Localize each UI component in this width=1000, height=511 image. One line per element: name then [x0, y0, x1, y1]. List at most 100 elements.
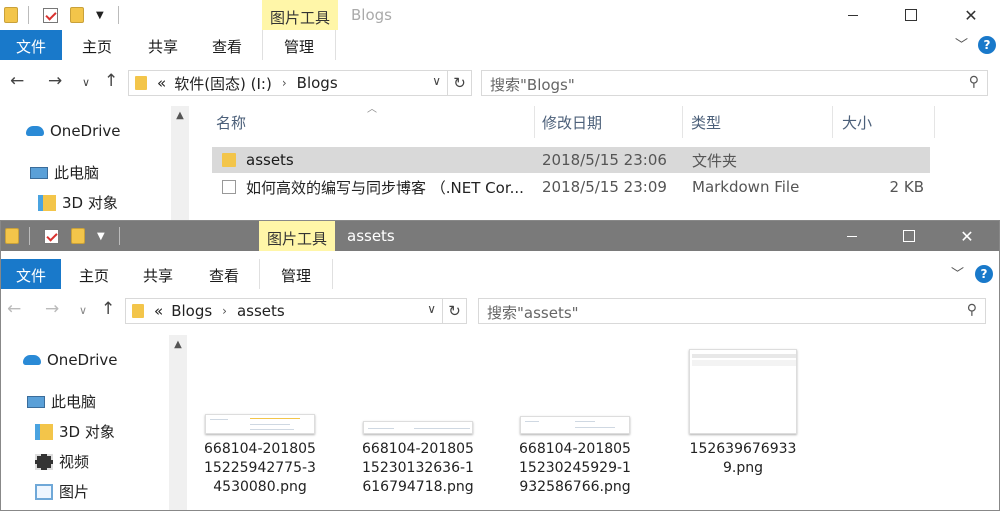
breadcrumb-separator-icon[interactable]: ›	[222, 304, 227, 318]
tab-home[interactable]: 主页	[67, 259, 121, 289]
tab-manage[interactable]: 管理	[259, 259, 333, 289]
expand-ribbon-icon[interactable]: ﹀	[955, 34, 968, 53]
customize-quick-access-icon[interactable]: ▼	[96, 10, 104, 21]
close-button[interactable]: ✕	[944, 221, 990, 251]
quick-access-toolbar: ▼	[5, 227, 120, 245]
tab-file[interactable]: 文件	[0, 30, 62, 60]
column-type[interactable]: 类型	[691, 112, 721, 133]
search-input[interactable]: 搜索"assets" ⚲	[478, 298, 986, 324]
scroll-up-icon[interactable]: ▲	[171, 110, 189, 121]
file-type: Markdown File	[692, 178, 800, 196]
help-icon[interactable]: ?	[978, 36, 996, 54]
folder-icon	[222, 153, 236, 167]
sidebar-item-onedrive[interactable]: OneDrive	[26, 122, 121, 140]
thumbnail-item[interactable]: 1526396769339.png	[687, 349, 799, 478]
column-divider[interactable]	[832, 106, 833, 138]
search-input[interactable]: 搜索"Blogs" ⚲	[481, 70, 988, 96]
column-divider[interactable]	[934, 106, 935, 138]
breadcrumb-overflow[interactable]: «	[154, 302, 163, 320]
new-folder-icon[interactable]	[70, 7, 84, 23]
navigation-bar: ← → ∨ ↑ « Blogs › assets ∨ ↻ 搜索"assets" …	[1, 295, 999, 327]
up-button[interactable]: ↑	[104, 71, 118, 91]
close-button[interactable]: ✕	[948, 0, 994, 30]
column-name[interactable]: 名称	[216, 112, 246, 133]
navigation-pane: OneDrive 此电脑 3D 对象 ▲	[0, 100, 190, 222]
thumbnail-item[interactable]: 668104-20180515230132636-1616794718.png	[362, 421, 474, 497]
onedrive-icon	[26, 126, 44, 136]
tab-home[interactable]: 主页	[70, 30, 124, 60]
sidebar-item-3d-objects[interactable]: 3D 对象	[38, 192, 118, 213]
scroll-up-icon[interactable]: ▲	[169, 339, 187, 350]
column-headers: ︿ 名称 修改日期 类型 大小	[212, 104, 936, 138]
column-date[interactable]: 修改日期	[542, 112, 602, 133]
minimize-button[interactable]	[830, 0, 876, 30]
sidebar-item-this-pc[interactable]: 此电脑	[30, 162, 99, 183]
ribbon-tabs: 文件 主页 共享 查看 管理 ﹀ ?	[0, 30, 1000, 60]
sidebar-scrollbar[interactable]: ▲	[169, 335, 187, 510]
thumbnail-item[interactable]: 668104-20180515225942775-34530080.png	[204, 414, 316, 497]
sidebar-item-pictures[interactable]: 图片	[35, 481, 89, 502]
onedrive-icon	[23, 355, 41, 365]
breadcrumb-overflow[interactable]: «	[157, 74, 166, 92]
folder-icon	[135, 76, 147, 90]
column-divider[interactable]	[534, 106, 535, 138]
forward-button[interactable]: →	[45, 299, 59, 319]
tab-share[interactable]: 共享	[131, 259, 185, 289]
sidebar-item-this-pc[interactable]: 此电脑	[27, 391, 96, 412]
minimize-button[interactable]	[829, 221, 875, 251]
chevron-down-icon[interactable]: ∨	[427, 302, 436, 316]
tab-view[interactable]: 查看	[197, 259, 251, 289]
sidebar-item-label: 图片	[59, 483, 90, 501]
forward-button[interactable]: →	[48, 71, 62, 91]
file-date: 2018/5/15 23:09	[542, 178, 667, 196]
refresh-button[interactable]: ↻	[448, 70, 472, 96]
refresh-button[interactable]: ↻	[443, 298, 467, 324]
breadcrumb-assets[interactable]: assets	[237, 302, 285, 320]
back-button[interactable]: ←	[10, 71, 24, 91]
recent-locations-icon[interactable]: ∨	[82, 76, 90, 89]
title-bar: ▼ 图片工具 assets ✕	[1, 221, 999, 251]
maximize-button[interactable]	[888, 0, 934, 30]
image-thumbnail	[520, 416, 630, 434]
breadcrumb-blogs[interactable]: Blogs	[297, 74, 338, 92]
image-thumbnail	[363, 421, 473, 434]
sidebar-scrollbar[interactable]: ▲	[171, 106, 189, 222]
back-button[interactable]: ←	[7, 299, 21, 319]
tab-manage[interactable]: 管理	[262, 30, 336, 60]
thumbnail-item[interactable]: 668104-20180515230245929-1932586766.png	[519, 416, 631, 497]
properties-icon[interactable]	[44, 228, 59, 244]
tab-view[interactable]: 查看	[200, 30, 254, 60]
sidebar-item-3d-objects[interactable]: 3D 对象	[35, 421, 115, 442]
breadcrumb-drive[interactable]: 软件(固态) (I:)	[174, 73, 272, 94]
address-bar[interactable]: « 软件(固态) (I:) › Blogs ∨	[128, 70, 448, 96]
file-name: assets	[246, 151, 294, 169]
tab-file[interactable]: 文件	[1, 259, 61, 289]
address-bar[interactable]: « Blogs › assets ∨	[125, 298, 443, 324]
column-size[interactable]: 大小	[842, 112, 872, 133]
divider	[117, 6, 119, 24]
new-folder-icon[interactable]	[71, 228, 85, 244]
breadcrumb-separator-icon[interactable]: ›	[282, 76, 287, 90]
file-row[interactable]: 如何高效的编写与同步博客 （.NET Cor... 2018/5/15 23:0…	[212, 174, 930, 200]
file-row[interactable]: assets 2018/5/15 23:06 文件夹	[212, 147, 930, 173]
customize-quick-access-icon[interactable]: ▼	[97, 231, 105, 242]
sidebar-item-onedrive[interactable]: OneDrive	[23, 351, 118, 369]
breadcrumb-blogs[interactable]: Blogs	[171, 302, 212, 320]
tab-share[interactable]: 共享	[136, 30, 190, 60]
properties-icon[interactable]	[43, 7, 58, 23]
sidebar-item-label: 视频	[59, 453, 90, 471]
picture-tools-tab[interactable]: 图片工具	[262, 0, 339, 30]
column-divider[interactable]	[682, 106, 683, 138]
chevron-down-icon[interactable]: ∨	[432, 74, 441, 88]
help-icon[interactable]: ?	[975, 265, 993, 283]
sidebar-item-videos[interactable]: 视频	[35, 451, 89, 472]
recent-locations-icon[interactable]: ∨	[79, 304, 87, 317]
sidebar-item-label: OneDrive	[47, 351, 118, 369]
expand-ribbon-icon[interactable]: ﹀	[951, 263, 964, 282]
maximize-button[interactable]	[886, 221, 932, 251]
title-bar: ▼ 图片工具 Blogs ✕	[0, 0, 1000, 30]
picture-tools-tab[interactable]: 图片工具	[259, 221, 336, 251]
image-thumbnail	[689, 349, 797, 434]
up-button[interactable]: ↑	[101, 299, 115, 319]
file-type: 文件夹	[692, 151, 738, 170]
